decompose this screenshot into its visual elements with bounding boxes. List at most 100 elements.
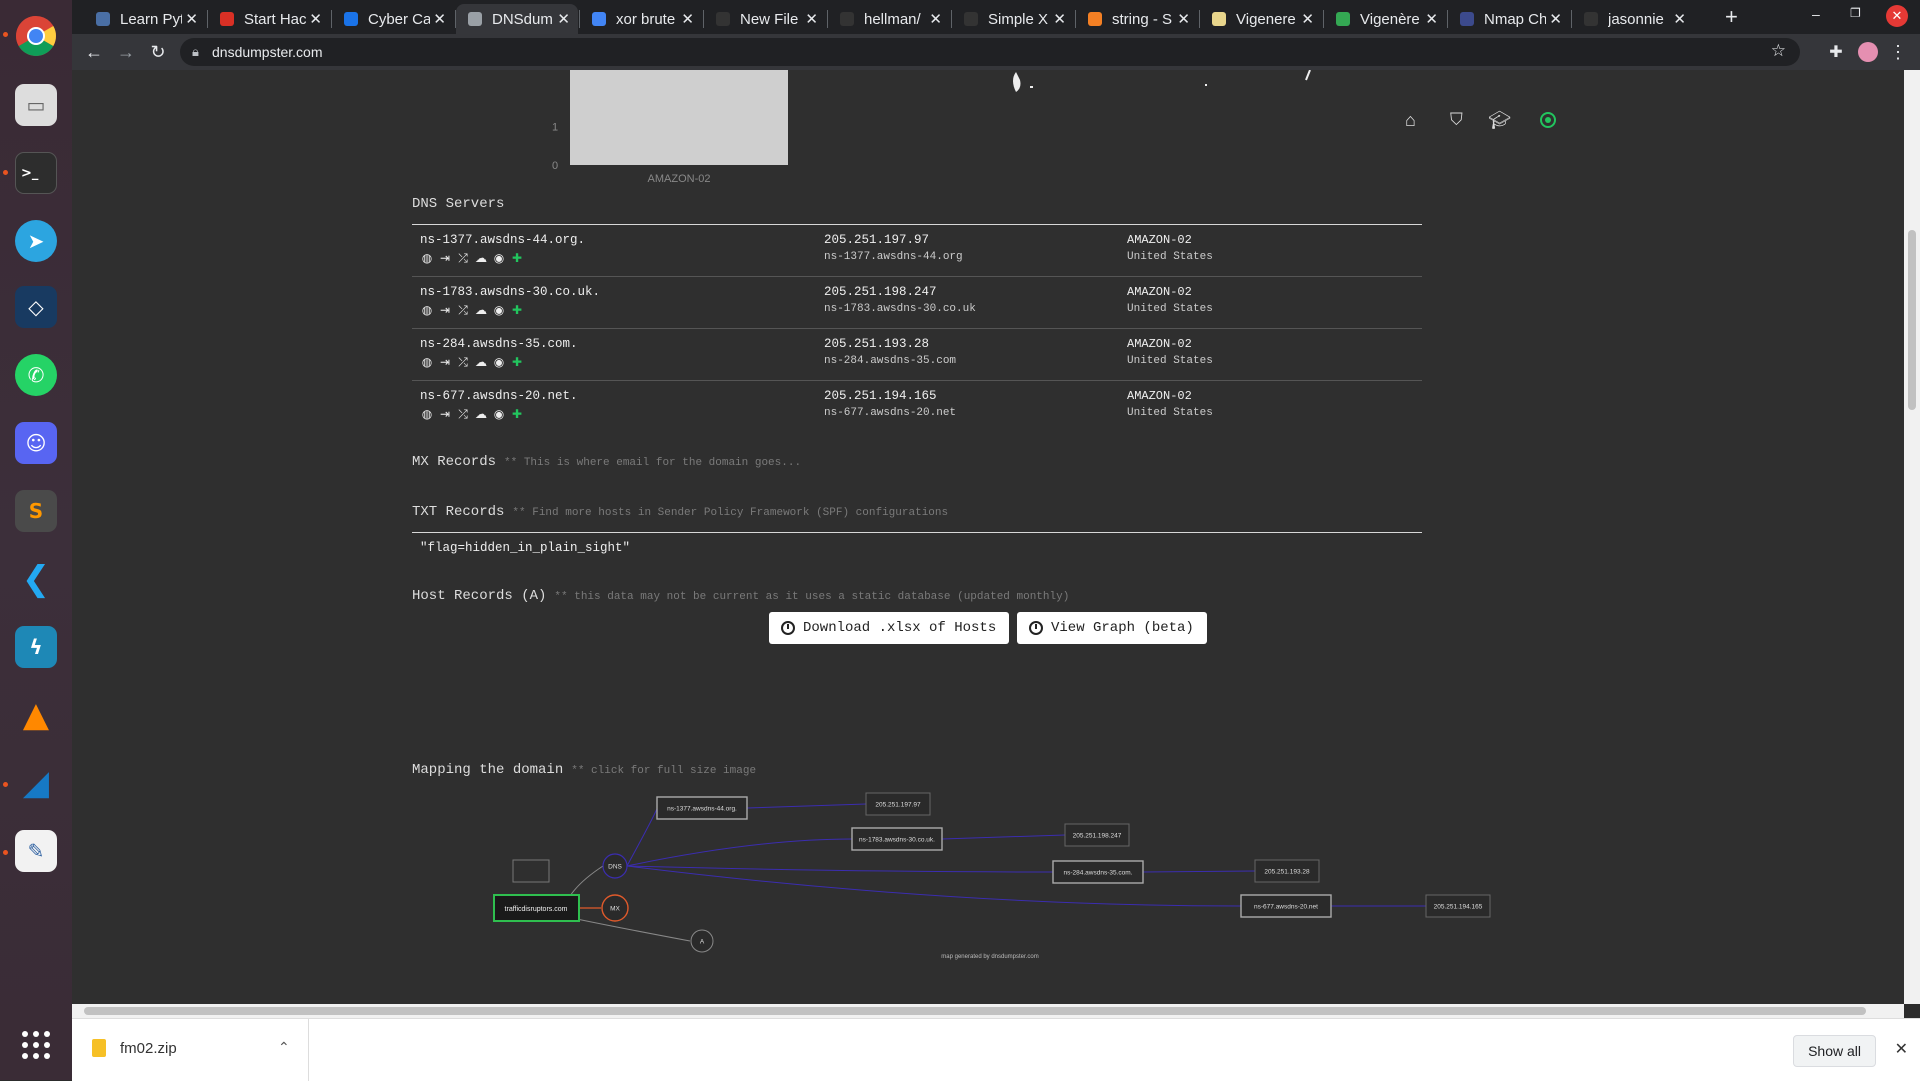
horizontal-scrollbar[interactable] — [72, 1004, 1904, 1018]
view-graph-button[interactable]: View Graph (beta) — [1017, 612, 1207, 644]
vlc-launcher[interactable]: ▲ — [11, 690, 61, 740]
tab-close-icon[interactable]: ✕ — [1053, 10, 1066, 28]
eye-icon[interactable]: ◉ — [492, 303, 506, 317]
tab[interactable]: string - S ✕ — [1076, 4, 1198, 34]
tab-close-icon[interactable]: ✕ — [1549, 10, 1562, 28]
ns-ip-address: 205.251.198.247 — [824, 285, 937, 299]
tab-close-icon[interactable]: ✕ — [1425, 10, 1438, 28]
ubuntu-dock: ▭ >_ ➤ ◇ ✆ ☺ S ❮ ϟ ▲ ◢ ✎ — [0, 0, 72, 1080]
crosshair-icon[interactable]: ✚ — [510, 407, 524, 421]
login-icon[interactable]: ⇥ — [438, 407, 452, 421]
profile-avatar[interactable] — [1856, 40, 1880, 64]
wireshark-launcher[interactable]: ◢ — [11, 758, 61, 808]
cloud-upload-icon[interactable]: ☁ — [474, 303, 488, 317]
tab-close-icon[interactable]: ✕ — [185, 10, 198, 28]
new-tab-button[interactable]: + — [1725, 4, 1738, 30]
crosshair-icon[interactable]: ✚ — [510, 303, 524, 317]
tab[interactable]: Vigenère ✕ — [1324, 4, 1446, 34]
dns-server-row: ns-677.awsdns-20.net. ◍ ⇥ ⤮ ☁ ◉ ✚ 205.251.194.1… — [412, 383, 1422, 435]
tab[interactable]: Cyber Ca ✕ — [332, 4, 454, 34]
nav-target-icon[interactable] — [1540, 112, 1556, 128]
forward-icon[interactable]: → — [114, 40, 138, 64]
shuffle-icon[interactable]: ⤮ — [456, 355, 470, 369]
cloud-upload-icon[interactable]: ☁ — [474, 355, 488, 369]
chrome-launcher[interactable] — [11, 11, 61, 61]
files-icon: ▭ — [15, 84, 57, 126]
tab-close-icon[interactable]: ✕ — [1673, 10, 1686, 28]
shuffle-icon[interactable]: ⤮ — [456, 251, 470, 265]
files-launcher[interactable]: ▭ — [11, 80, 61, 130]
tab-close-icon[interactable]: ✕ — [557, 10, 570, 28]
dns-server-row: ns-284.awsdns-35.com. ◍ ⇥ ⤮ ☁ ◉ ✚ 205.251.193.2… — [412, 331, 1422, 383]
globe-icon[interactable]: ◍ — [420, 407, 434, 421]
tab[interactable]: Simple X ✕ — [952, 4, 1074, 34]
virtualbox-launcher[interactable]: ◇ — [11, 282, 61, 332]
horizontal-scroll-thumb[interactable] — [84, 1007, 1866, 1015]
vscode-launcher[interactable]: ❮ — [11, 554, 61, 604]
extensions-icon[interactable]: ✚ — [1824, 40, 1848, 64]
tab-favicon-icon — [468, 12, 482, 26]
terminal-launcher[interactable]: >_ — [11, 148, 61, 198]
download-xlsx-button[interactable]: Download .xlsx of Hosts — [769, 612, 1009, 644]
vertical-scroll-thumb[interactable] — [1908, 230, 1916, 410]
cloud-upload-icon[interactable]: ☁ — [474, 407, 488, 421]
dns-server-row: ns-1783.awsdns-30.co.uk. ◍ ⇥ ⤮ ☁ ◉ ✚ 205.251.19… — [412, 279, 1422, 331]
globe-icon[interactable]: ◍ — [420, 251, 434, 265]
tab-close-icon[interactable]: ✕ — [433, 10, 446, 28]
domain-map-image[interactable]: trafficdisruptors.com DNS MX Ans-1377.awsdn… — [480, 786, 1500, 966]
tab-close-icon[interactable]: ✕ — [805, 10, 818, 28]
crosshair-icon[interactable]: ✚ — [510, 251, 524, 265]
menu-kebab-icon[interactable]: ⋮ — [1886, 40, 1910, 64]
globe-icon[interactable]: ◍ — [420, 303, 434, 317]
address-bar[interactable]: 🔒︎ dnsdumpster.com ☆ — [180, 38, 1800, 66]
restore-icon[interactable]: ❐ — [1850, 6, 1861, 20]
tab[interactable]: DNSdum ✕ — [456, 4, 578, 34]
nav-home-icon[interactable]: ⌂ — [1405, 110, 1416, 131]
download-item[interactable]: fm02.zip — [92, 1039, 177, 1057]
shuffle-icon[interactable]: ⤮ — [456, 303, 470, 317]
tab[interactable]: Learn Pyt ✕ — [84, 4, 206, 34]
tab-close-icon[interactable]: ✕ — [681, 10, 694, 28]
close-window-button[interactable]: ✕ — [1886, 5, 1908, 27]
shuffle-icon[interactable]: ⤮ — [456, 407, 470, 421]
map-edge — [626, 807, 658, 867]
show-apps-button[interactable] — [11, 1020, 61, 1070]
show-all-button[interactable]: Show all — [1793, 1035, 1876, 1067]
crosshair-icon[interactable]: ✚ — [510, 355, 524, 369]
telegram-launcher[interactable]: ➤ — [11, 216, 61, 266]
nav-graduation-cap-icon[interactable]: 🎓︎ — [1488, 110, 1511, 131]
cloud-upload-icon[interactable]: ☁ — [474, 251, 488, 265]
postbox-launcher[interactable]: ϟ — [11, 622, 61, 672]
tab[interactable]: New File ✕ — [704, 4, 826, 34]
tab-close-icon[interactable]: ✕ — [1177, 10, 1190, 28]
whatsapp-launcher[interactable]: ✆ — [11, 350, 61, 400]
tab-close-icon[interactable]: ✕ — [1301, 10, 1314, 28]
nav-shield-icon[interactable]: ⛉ — [1450, 110, 1463, 130]
tab[interactable]: Start Hac ✕ — [208, 4, 330, 34]
tab[interactable]: Nmap Ch ✕ — [1448, 4, 1570, 34]
eye-icon[interactable]: ◉ — [492, 355, 506, 369]
globe-icon[interactable]: ◍ — [420, 355, 434, 369]
back-icon[interactable]: ← — [82, 40, 106, 64]
login-icon[interactable]: ⇥ — [438, 303, 452, 317]
tab-close-icon[interactable]: ✕ — [929, 10, 942, 28]
tab-close-icon[interactable]: ✕ — [309, 10, 322, 28]
close-downloads-icon[interactable]: ✕ — [1895, 1039, 1908, 1059]
text-editor-launcher[interactable]: ✎ — [11, 826, 61, 876]
reload-icon[interactable]: ↻ — [146, 40, 170, 64]
minimize-icon[interactable]: – — [1812, 6, 1820, 22]
bookmark-star-icon[interactable]: ☆ — [1771, 41, 1786, 61]
vertical-scrollbar[interactable] — [1904, 70, 1920, 1004]
login-icon[interactable]: ⇥ — [438, 251, 452, 265]
tab[interactable]: hellman/ ✕ — [828, 4, 950, 34]
tab[interactable]: jasonnie ✕ — [1572, 4, 1694, 34]
tab[interactable]: xor brute ✕ — [580, 4, 702, 34]
chevron-up-icon[interactable]: ⌃ — [278, 1039, 290, 1056]
tab[interactable]: Vigenere ✕ — [1200, 4, 1322, 34]
eye-icon[interactable]: ◉ — [492, 251, 506, 265]
login-icon[interactable]: ⇥ — [438, 355, 452, 369]
discord-icon: ☺ — [15, 422, 57, 464]
discord-launcher[interactable]: ☺ — [11, 418, 61, 468]
eye-icon[interactable]: ◉ — [492, 407, 506, 421]
sublime-launcher[interactable]: S — [11, 486, 61, 536]
